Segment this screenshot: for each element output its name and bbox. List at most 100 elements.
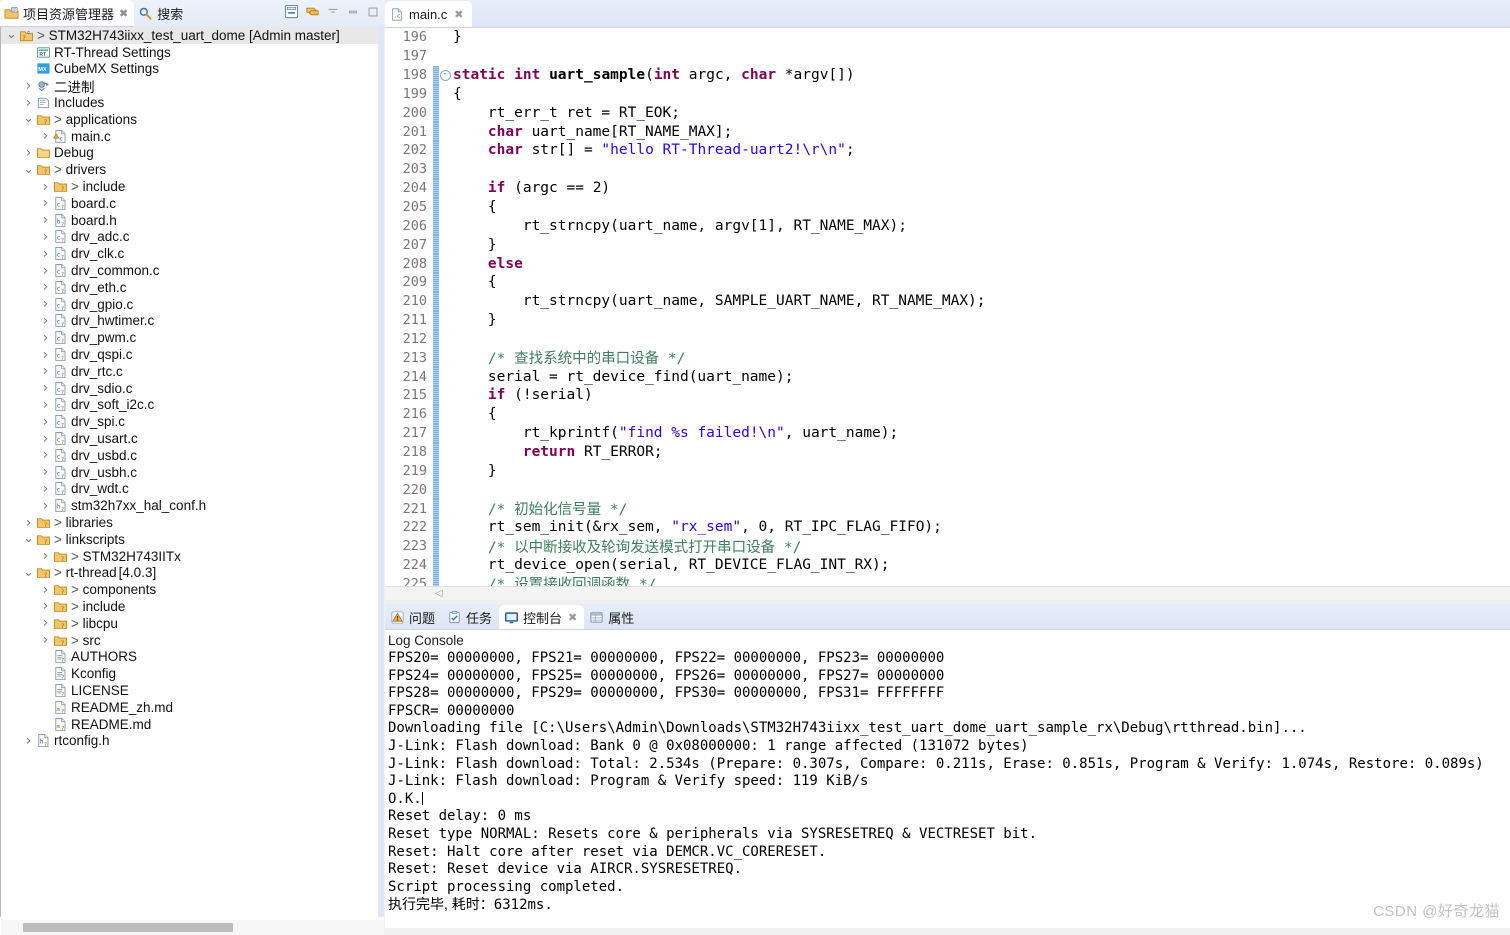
chevron-right-icon[interactable]: ›: [39, 330, 52, 346]
tree-item[interactable]: m? README_zh.md: [1, 699, 384, 716]
chevron-down-icon[interactable]: ⌄: [22, 163, 35, 176]
code-line[interactable]: 209 {: [385, 272, 1510, 292]
tree-item[interactable]: ›? > libraries: [1, 514, 384, 531]
tree-item[interactable]: › Includes: [1, 94, 384, 111]
tree-item[interactable]: › Debug: [1, 145, 384, 162]
tree-item[interactable]: › c? drv_pwm.c: [1, 329, 384, 346]
scrollbar-thumb[interactable]: [23, 923, 233, 932]
chevron-right-icon[interactable]: ›: [39, 447, 52, 463]
tree-item[interactable]: ⌄ c? > STM32H743iixx_test_uart_dome [Admin…: [1, 27, 384, 44]
chevron-right-icon[interactable]: ›: [39, 615, 52, 631]
fold-collapse-icon[interactable]: -: [439, 67, 451, 83]
project-tree[interactable]: ⌄ c? > STM32H743iixx_test_uart_dome [Admin…: [0, 27, 384, 917]
chevron-right-icon[interactable]: ›: [39, 195, 52, 211]
code-line[interactable]: 197: [385, 47, 1510, 66]
tree-item[interactable]: › c main.c: [1, 128, 384, 145]
close-icon[interactable]: ✖: [119, 7, 128, 20]
tree-item[interactable]: › c? drv_usbd.c: [1, 447, 384, 464]
tree-item[interactable]: › c? drv_gpio.c: [1, 296, 384, 313]
chevron-right-icon[interactable]: ›: [39, 431, 52, 447]
tree-item[interactable]: ›? > src: [1, 632, 384, 649]
chevron-right-icon[interactable]: ›: [39, 263, 52, 279]
chevron-down-icon[interactable]: ⌄: [22, 112, 35, 125]
code-line[interactable]: 222 rt_sem_init(&rx_sem, "rx_sem", 0, RT…: [385, 517, 1510, 537]
tree-item[interactable]: › h? rtconfig.h: [1, 732, 384, 749]
tree-item[interactable]: › c? drv_hwtimer.c: [1, 313, 384, 330]
tree-item[interactable]: ⌄? > rt-thread [4.0.3]: [1, 565, 384, 582]
chevron-right-icon[interactable]: ›: [22, 145, 35, 161]
code-line[interactable]: 213 /* 查找系统中的串口设备 */: [385, 348, 1510, 367]
chevron-right-icon[interactable]: ›: [22, 733, 35, 749]
code-line[interactable]: 219 }: [385, 461, 1510, 481]
code-line[interactable]: 196}: [385, 28, 1510, 47]
chevron-down-icon[interactable]: ⌄: [5, 28, 18, 41]
tree-item[interactable]: › c? drv_eth.c: [1, 279, 384, 296]
tree-item[interactable]: › c? drv_soft_i2c.c: [1, 397, 384, 414]
tree-item[interactable]: ? Kconfig: [1, 665, 384, 682]
chevron-right-icon[interactable]: ›: [39, 481, 52, 497]
code-line[interactable]: 203: [385, 159, 1510, 179]
chevron-right-icon[interactable]: ›: [39, 363, 52, 379]
chevron-right-icon[interactable]: ›: [39, 212, 52, 228]
chevron-right-icon[interactable]: ›: [39, 347, 52, 363]
code-line[interactable]: 218 return RT_ERROR;: [385, 442, 1510, 462]
chevron-down-icon[interactable]: ⌄: [22, 532, 35, 545]
tree-item[interactable]: › c? drv_usart.c: [1, 430, 384, 447]
tab-properties[interactable]: 属性: [584, 605, 641, 629]
tree-item[interactable]: › 二进制: [1, 77, 384, 95]
chevron-right-icon[interactable]: ›: [39, 179, 52, 195]
chevron-right-icon[interactable]: ›: [39, 397, 52, 413]
code-line[interactable]: 220: [385, 480, 1510, 500]
chevron-right-icon[interactable]: ›: [39, 414, 52, 430]
code-line[interactable]: 223 /* 以中断接收及轮询发送模式打开串口设备 */: [385, 536, 1510, 556]
close-icon[interactable]: ✖: [454, 8, 463, 21]
chevron-right-icon[interactable]: ›: [39, 464, 52, 480]
code-line[interactable]: 201 char uart_name[RT_NAME_MAX];: [385, 122, 1510, 142]
tree-item[interactable]: › c? drv_rtc.c: [1, 363, 384, 380]
code-line[interactable]: 206 rt_strncpy(uart_name, argv[1], RT_NA…: [385, 216, 1510, 236]
code-line[interactable]: 199 {: [385, 84, 1510, 104]
chevron-right-icon[interactable]: ›: [22, 515, 35, 531]
code-line[interactable]: 208 else: [385, 254, 1510, 273]
code-line[interactable]: 215 if (!serial): [385, 386, 1510, 405]
chevron-right-icon[interactable]: ›: [39, 279, 52, 295]
tab-project-explorer[interactable]: 项目资源管理器 ✖: [0, 0, 135, 27]
tree-item[interactable]: › c? board.c: [1, 195, 384, 212]
tab-search[interactable]: 搜索: [134, 0, 189, 27]
tree-item[interactable]: › c? drv_wdt.c: [1, 481, 384, 498]
tree-item[interactable]: ›? > include: [1, 178, 384, 195]
code-line[interactable]: 217 rt_kprintf("find %s failed!\n", uart…: [385, 423, 1510, 443]
chevron-right-icon[interactable]: ›: [39, 229, 52, 245]
tree-item[interactable]: › c? drv_qspi.c: [1, 346, 384, 363]
tree-item[interactable]: RT RT-Thread Settings: [1, 44, 384, 61]
chevron-right-icon[interactable]: ›: [39, 548, 52, 564]
tab-problems[interactable]: 问题: [385, 605, 442, 629]
code-line[interactable]: 224 rt_device_open(serial, RT_DEVICE_FLA…: [385, 555, 1510, 575]
code-line[interactable]: 212: [385, 329, 1510, 349]
tab-console[interactable]: 控制台 ✖: [499, 605, 585, 629]
tab-main-c[interactable]: .c main.c ✖: [385, 1, 472, 27]
view-menu-icon[interactable]: [326, 5, 340, 19]
tab-tasks[interactable]: 任务: [442, 605, 499, 629]
tree-item[interactable]: › c? drv_spi.c: [1, 413, 384, 430]
tree-item[interactable]: › c? drv_clk.c: [1, 245, 384, 262]
code-line[interactable]: 204 if (argc == 2): [385, 178, 1510, 198]
chevron-right-icon[interactable]: ›: [39, 313, 52, 329]
code-line[interactable]: 216 {: [385, 404, 1510, 424]
chevron-right-icon[interactable]: ›: [39, 582, 52, 598]
tree-item[interactable]: › c? drv_adc.c: [1, 229, 384, 246]
code-line[interactable]: 202 char str[] = "hello RT-Thread-uart2!…: [385, 141, 1510, 160]
editor-hscrollbar[interactable]: ◁: [385, 586, 1510, 600]
console-output[interactable]: FPS20= 00000000, FPS21= 00000000, FPS22=…: [385, 650, 1510, 930]
project-tree-hscrollbar[interactable]: [1, 920, 384, 935]
close-icon[interactable]: ✖: [568, 611, 577, 624]
code-line[interactable]: 211 }: [385, 310, 1510, 330]
tree-item[interactable]: ›? > include: [1, 598, 384, 615]
code-text-area[interactable]: 196} 197 198- static int uart_sample(int ar…: [385, 28, 1510, 588]
tree-item[interactable]: ›? > components: [1, 581, 384, 598]
chevron-right-icon[interactable]: ›: [22, 95, 35, 111]
link-with-editor-icon[interactable]: [305, 4, 320, 19]
tree-item[interactable]: m? README.md: [1, 716, 384, 733]
tree-item[interactable]: ? AUTHORS: [1, 648, 384, 665]
chevron-down-icon[interactable]: ⌄: [22, 566, 35, 579]
